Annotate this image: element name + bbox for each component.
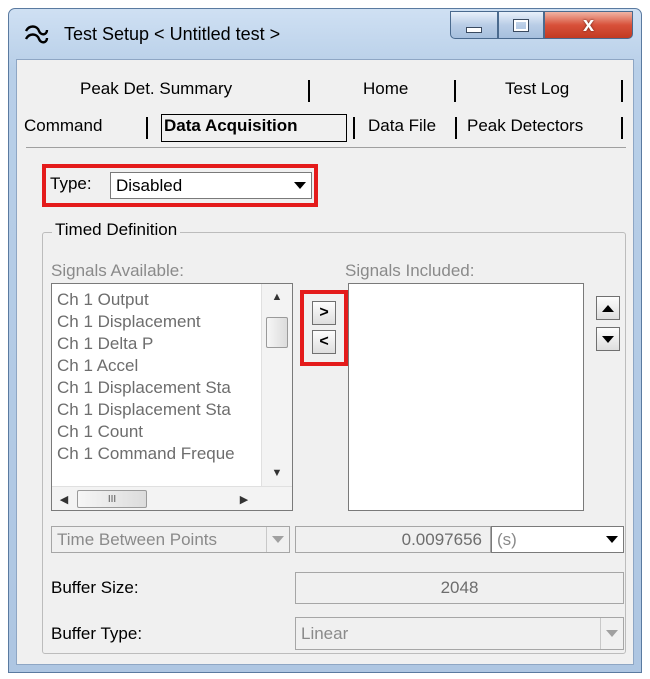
list-item[interactable]: Ch 1 Displacement [57,312,201,332]
tab-home[interactable]: Home [363,79,408,99]
tab-test-log[interactable]: Test Log [505,79,569,99]
signals-available-vscrollbar[interactable]: ▲ ▼ [261,284,292,486]
type-dropdown[interactable]: Disabled [110,172,312,199]
chevron-down-icon [602,335,614,343]
type-value: Disabled [116,176,183,195]
chevron-down-icon [272,536,284,543]
type-label: Type: [50,174,92,193]
move-down-button[interactable] [596,327,620,351]
title-bar[interactable]: Test Setup < Untitled test > x [9,9,641,59]
list-item[interactable]: Ch 1 Delta P [57,334,153,354]
list-item[interactable]: Ch 1 Command Freque [57,444,235,464]
buffer-type-arrow[interactable] [600,618,623,649]
list-item[interactable]: Ch 1 Count [57,422,143,442]
buffer-size-label: Buffer Size: [51,578,139,597]
tab-divider [455,117,457,139]
tab-divider [308,80,310,102]
tab-panel-border [26,147,626,148]
add-signal-button[interactable]: > [312,301,336,325]
time-between-value-field[interactable]: 0.0097656 [295,526,491,553]
maximize-icon [513,18,529,32]
timed-definition-title: Timed Definition [52,220,181,240]
scroll-down-arrow-icon[interactable]: ▼ [262,464,292,482]
hscroll-thumb[interactable]: III [77,490,147,508]
tab-divider [353,117,355,139]
time-unit-dropdown[interactable]: (s) [491,526,624,553]
time-unit-arrow[interactable] [601,527,623,552]
signals-available-hscrollbar[interactable]: ◀ III ▶ [52,486,292,510]
remove-signal-button[interactable]: < [312,330,336,354]
minimize-icon [466,27,482,33]
chevron-down-icon [606,536,618,543]
buffer-type-label: Buffer Type: [51,624,143,643]
signals-available-list[interactable]: Ch 1 Output Ch 1 Displacement Ch 1 Delta… [51,283,293,511]
chevron-right-icon: > [319,304,329,321]
buffer-type-dropdown[interactable]: Linear [295,617,624,650]
tab-divider [621,117,623,139]
buffer-size-value: 2048 [440,578,479,597]
close-icon: x [582,13,595,36]
tab-data-acquisition[interactable]: Data Acquisition [164,116,298,136]
chevron-up-icon [602,304,614,312]
signals-included-label: Signals Included: [345,261,475,280]
settings-app-icon [24,25,49,44]
close-button[interactable]: x [544,11,633,39]
scroll-up-arrow-icon[interactable]: ▲ [262,288,292,306]
tab-peak-det-summary[interactable]: Peak Det. Summary [80,79,232,99]
tab-divider [454,80,456,102]
list-item[interactable]: Ch 1 Accel [57,356,138,376]
time-between-value: 0.0097656 [401,529,482,549]
maximize-button[interactable] [498,11,544,39]
tab-divider [621,80,623,102]
time-between-mode-dropdown[interactable]: Time Between Points [51,526,290,553]
window-title: Test Setup < Untitled test > [64,24,281,44]
test-setup-window: Test Setup < Untitled test > x Peak Det.… [8,8,642,673]
type-dropdown-arrow[interactable] [289,173,311,198]
time-between-mode-value: Time Between Points [57,530,217,549]
list-item[interactable]: Ch 1 Output [57,290,149,310]
time-unit-value: (s) [497,530,517,549]
signals-available-label: Signals Available: [51,261,184,280]
tab-data-file[interactable]: Data File [368,116,436,136]
tab-divider [146,117,148,139]
scroll-thumb[interactable] [266,317,288,348]
move-up-button[interactable] [596,296,620,320]
list-item[interactable]: Ch 1 Displacement Sta [57,400,231,420]
buffer-size-field[interactable]: 2048 [295,572,624,604]
tab-peak-detectors[interactable]: Peak Detectors [467,116,583,136]
scroll-right-arrow-icon[interactable]: ▶ [232,489,256,509]
signals-included-list[interactable] [348,283,584,511]
chevron-down-icon [606,630,618,637]
chevron-left-icon: < [319,333,329,350]
dialog-client-area: Peak Det. Summary Home Test Log Command … [16,59,634,665]
tab-command[interactable]: Command [24,116,102,136]
buffer-type-value: Linear [301,624,349,643]
chevron-down-icon [294,182,306,189]
scroll-left-arrow-icon[interactable]: ◀ [52,489,76,509]
list-item[interactable]: Ch 1 Displacement Sta [57,378,231,398]
time-between-mode-arrow[interactable] [266,527,289,552]
minimize-button[interactable] [450,11,498,39]
